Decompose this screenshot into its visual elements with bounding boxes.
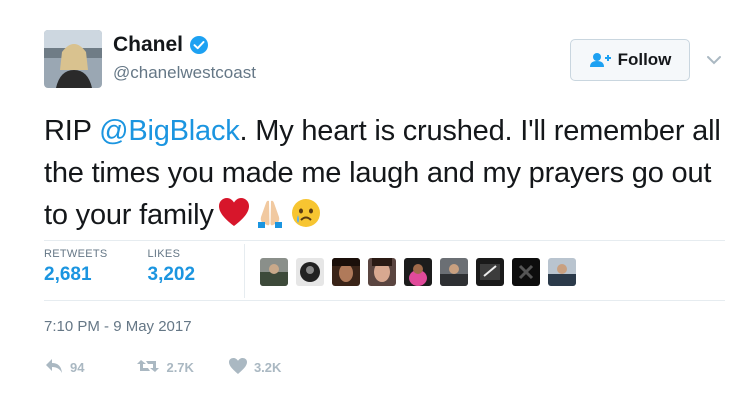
author-display-name[interactable]: Chanel (113, 33, 183, 57)
liker-avatar[interactable] (332, 258, 360, 286)
author-handle[interactable]: @chanelwestcoast (113, 63, 256, 83)
tweet-text: RIP @BigBlack. My heart is crushed. I'll… (44, 110, 724, 236)
reply-button[interactable]: 94 (44, 357, 84, 378)
heart-icon (228, 357, 254, 378)
liker-avatar[interactable] (548, 258, 576, 286)
liker-avatar[interactable] (440, 258, 468, 286)
folded-hands-emoji-icon (254, 197, 286, 229)
like-count: 3.2K (253, 360, 282, 375)
mention-link[interactable]: @BigBlack (99, 115, 240, 147)
retweets-stat[interactable]: RETWEETS 2,681 (44, 248, 108, 286)
likes-label: LIKES (147, 248, 181, 260)
likes-stat[interactable]: LIKES 3,202 (148, 248, 196, 286)
retweets-label: RETWEETS (44, 248, 108, 260)
liker-avatars (260, 258, 584, 286)
follow-button-label: Follow (617, 50, 672, 69)
author-avatar[interactable] (44, 30, 102, 88)
reply-icon (44, 357, 70, 378)
liker-avatar[interactable] (368, 258, 396, 286)
liker-avatar[interactable] (296, 258, 324, 286)
tweet-actions: 94 2.7K 3.2K (44, 357, 315, 378)
stats-bottom-divider (44, 300, 725, 301)
liker-avatar[interactable] (260, 258, 288, 286)
chevron-down-icon[interactable] (706, 53, 722, 65)
like-button[interactable]: 3.2K (228, 357, 281, 378)
retweet-button[interactable]: 2.7K (136, 357, 194, 378)
follow-button[interactable]: Follow (570, 39, 690, 81)
likes-value: 3,202 (147, 264, 196, 285)
tweet-timestamp[interactable]: 7:10 PM - 9 May 2017 (44, 318, 192, 335)
tweet-stats: RETWEETS 2,681 LIKES 3,202 (44, 248, 235, 286)
tweet-text-prefix: RIP (44, 115, 100, 147)
add-user-icon (589, 52, 611, 68)
red-heart-emoji-icon (218, 197, 250, 229)
crying-face-emoji-icon (290, 197, 322, 229)
liker-avatar[interactable] (512, 258, 540, 286)
stats-separator (244, 244, 245, 298)
author-name-row[interactable]: Chanel (113, 33, 209, 57)
verified-badge-icon (189, 35, 209, 55)
stats-top-divider (44, 240, 725, 241)
liker-avatar[interactable] (404, 258, 432, 286)
retweet-count: 2.7K (166, 360, 194, 375)
retweet-icon (136, 357, 166, 378)
liker-avatar[interactable] (476, 258, 504, 286)
reply-count: 94 (70, 360, 85, 375)
retweets-value: 2,681 (44, 264, 92, 285)
